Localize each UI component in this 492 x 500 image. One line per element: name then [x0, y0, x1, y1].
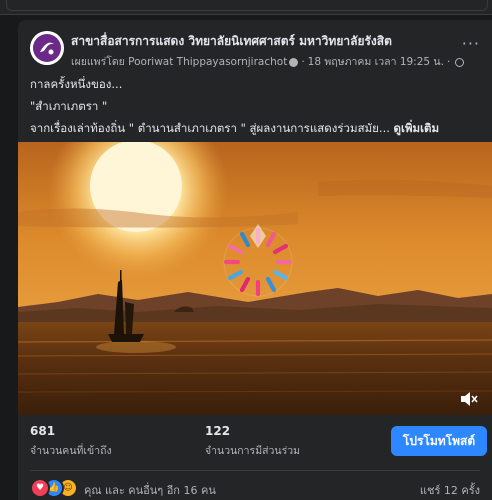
shared-by-text[interactable]: เผยแพร่โดย Pooriwat Thippayasornjirachot — [71, 56, 287, 68]
reach-label: จำนวนคนที่เข้าถึง — [30, 445, 112, 457]
post-date[interactable]: 18 พฤษภาคม เวลา 19:25 น. — [308, 56, 444, 68]
sunset-video-frame — [18, 142, 492, 415]
post-text-line-1: กาลครั้งหนึ่งของ... — [30, 77, 123, 91]
love-reaction-icon[interactable]: ♥ — [30, 478, 50, 498]
post-text-line-2: "สำเภาเภตรา " — [30, 99, 108, 113]
post-card: สาขาสื่อสารการแสดง วิทยาลัยนิเทศศาสตร์ ม… — [18, 20, 492, 500]
verified-icon — [289, 57, 299, 67]
previous-post-edge — [0, 0, 492, 15]
reaction-summary[interactable]: คุณ และ คนอื่นๆ อีก 16 คน — [84, 481, 216, 499]
engagement-label: จำนวนการมีส่วนร่วม — [205, 445, 301, 457]
promote-post-button[interactable]: โปรโมทโพสต์ — [391, 426, 487, 456]
post-insights: 681 จำนวนคนที่เข้าถึง 122 จำนวนการมีส่วน… — [18, 415, 492, 465]
see-more-link[interactable]: ดูเพิ่มเติม — [394, 121, 440, 135]
speaker-muted-icon[interactable] — [460, 391, 478, 407]
divider — [30, 470, 480, 471]
post-meta: เผยแพร่โดย Pooriwat Thippayasornjirachot… — [71, 53, 465, 70]
page-avatar[interactable] — [30, 31, 64, 65]
post-video[interactable] — [18, 142, 492, 415]
post-text-excerpt: จากเรื่องเล่าท้องถิ่น " ตำนานสำเภาเภตรา … — [30, 121, 390, 135]
share-count[interactable]: แชร์ 12 ครั้ง — [420, 481, 480, 499]
page-name-link[interactable]: สาขาสื่อสารการแสดง วิทยาลัยนิเทศศาสตร์ ม… — [71, 32, 392, 51]
post-text-line-3: จากเรื่องเล่าท้องถิ่น " ตำนานสำเภาเภตรา … — [30, 120, 439, 138]
previous-post-card-edge — [6, 0, 488, 11]
post-header: สาขาสื่อสารการแสดง วิทยาลัยนิเทศศาสตร์ ม… — [18, 20, 492, 72]
more-options-button[interactable]: ··· — [462, 34, 480, 53]
globe-icon — [455, 57, 465, 67]
reach-count: 681 — [30, 424, 56, 438]
reactions-bar: ♥ 👍 ☺ คุณ และ คนอื่นๆ อีก 16 คน แชร์ 12 … — [18, 476, 492, 500]
page-logo-icon — [30, 31, 64, 65]
engagement-count: 122 — [205, 424, 231, 438]
